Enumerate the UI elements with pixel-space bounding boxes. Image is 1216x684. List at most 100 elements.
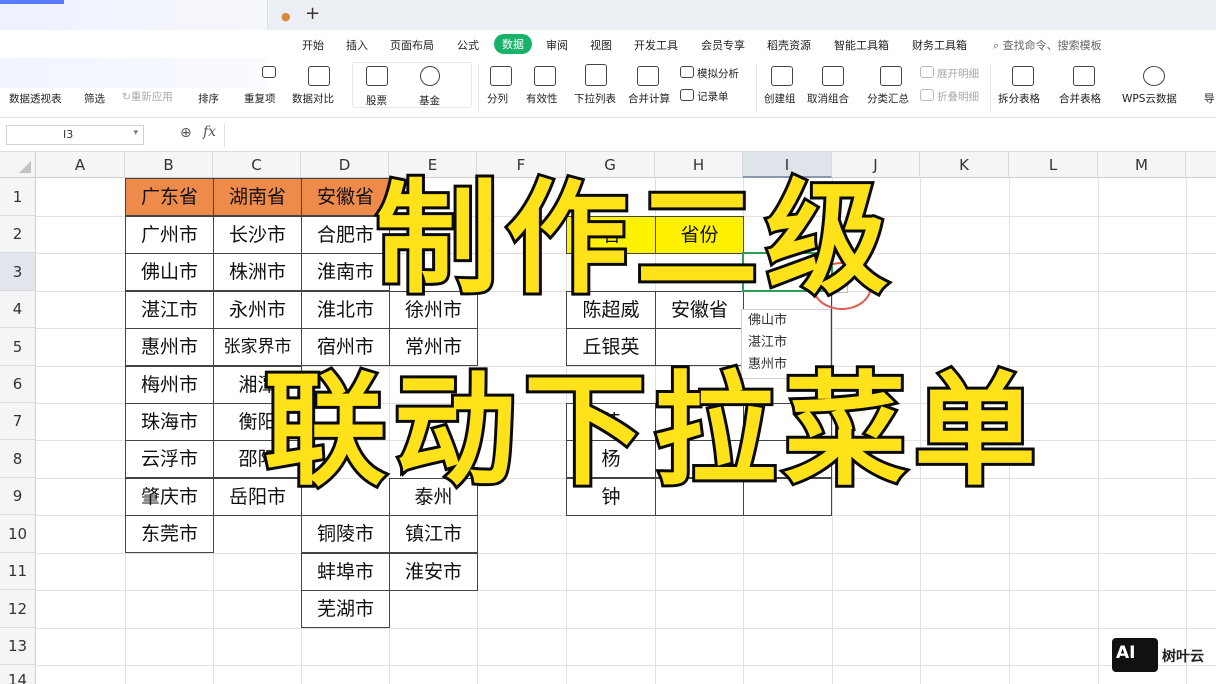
menu-view[interactable]: 视图 (590, 37, 612, 53)
cell-b8[interactable]: 云浮市 (125, 440, 214, 478)
merge-table-button[interactable]: 合并表格 (1059, 91, 1101, 106)
sort-button[interactable]: 排序 (198, 91, 219, 106)
consolidate-button[interactable]: 合并计算 (628, 91, 670, 106)
cell-b2[interactable]: 广州市 (125, 216, 214, 254)
cell-c3[interactable]: 株洲市 (213, 253, 302, 291)
more-tools-button[interactable]: 导 (1204, 91, 1215, 106)
menu-home[interactable]: 开始 (302, 37, 324, 53)
gridline (36, 628, 1216, 629)
row-header-3[interactable]: 3 (0, 253, 36, 291)
formula-input[interactable] (224, 123, 1214, 147)
cell-b3[interactable]: 佛山市 (125, 253, 214, 291)
cell-reference: I3 (63, 128, 74, 141)
menu-member[interactable]: 会员专享 (701, 37, 745, 53)
column-header-c[interactable]: C (213, 152, 301, 178)
validity-button[interactable]: 有效性 (526, 91, 558, 106)
row-header-2[interactable]: 2 (0, 216, 36, 253)
column-header-a[interactable]: A (36, 152, 125, 178)
document-tab[interactable] (0, 0, 268, 30)
split-column-button[interactable]: 分列 (487, 91, 508, 106)
chevron-down-icon[interactable]: ▾ (133, 128, 138, 138)
cell-b10[interactable]: 东莞市 (125, 515, 214, 553)
merge-table-icon (1073, 66, 1095, 86)
create-group-button[interactable]: 创建组 (764, 91, 796, 106)
record-form-button[interactable]: 记录单 (697, 89, 729, 104)
column-header-k[interactable]: K (920, 152, 1009, 178)
menu-insert[interactable]: 插入 (346, 37, 368, 53)
dropdown-option[interactable]: 湛江市 (742, 332, 830, 354)
row-header-4[interactable]: 4 (0, 291, 36, 328)
command-search[interactable]: ⌕ 查找命令、搜索模板 (993, 37, 1102, 53)
row-header-13[interactable]: 13 (0, 628, 36, 665)
consolidate-icon (637, 66, 659, 86)
title-tab-strip: ● + (0, 0, 1216, 30)
select-all-corner[interactable] (0, 152, 36, 178)
filter-button[interactable]: 筛选 (84, 91, 105, 106)
simulate-button[interactable]: 模拟分析 (697, 66, 739, 81)
menu-formulas[interactable]: 公式 (457, 37, 479, 53)
menu-developer[interactable]: 开发工具 (634, 37, 678, 53)
cell-d10[interactable]: 铜陵市 (301, 515, 390, 553)
row-header-14[interactable]: 14 (0, 665, 36, 684)
menu-review[interactable]: 审阅 (546, 37, 568, 53)
cell-b6[interactable]: 梅州市 (125, 366, 214, 404)
row-header-5[interactable]: 5 (0, 328, 36, 366)
row-header-7[interactable]: 7 (0, 403, 36, 440)
column-header-b[interactable]: B (125, 152, 213, 178)
row-header-9[interactable]: 9 (0, 478, 36, 515)
cell-b9[interactable]: 肇庆市 (125, 478, 214, 516)
collapse-detail-icon (920, 89, 934, 101)
cell-e11[interactable]: 淮安市 (389, 553, 478, 591)
cell-b7[interactable]: 珠海市 (125, 403, 214, 441)
row-header-12[interactable]: 12 (0, 590, 36, 628)
cell-c4[interactable]: 永州市 (213, 291, 302, 329)
row-header-11[interactable]: 11 (0, 553, 36, 590)
cell-c1[interactable]: 湖南省 (213, 178, 302, 216)
split-table-button[interactable]: 拆分表格 (998, 91, 1040, 106)
formula-bar: I3 ▾ ⊕ fx (0, 118, 1216, 152)
duplicates-button[interactable]: 重复项 (244, 91, 276, 106)
row-header-1[interactable]: 1 (0, 178, 36, 216)
data-compare-button[interactable]: 数据对比 (292, 91, 334, 106)
wps-cloud-button[interactable]: WPS云数据 (1122, 91, 1177, 106)
cell-d12[interactable]: 芜湖市 (301, 590, 390, 628)
name-box[interactable]: I3 ▾ (6, 125, 144, 145)
column-header-n[interactable] (1186, 152, 1216, 178)
watermark-logo: AI (1112, 638, 1158, 672)
cell-c2[interactable]: 长沙市 (213, 216, 302, 254)
pivot-table-button[interactable]: 数据透视表 (9, 91, 62, 106)
dropdown-option[interactable]: 佛山市 (742, 310, 830, 332)
column-header-l[interactable]: L (1009, 152, 1098, 178)
menu-smart-toolbox[interactable]: 智能工具箱 (834, 37, 889, 53)
stock-button[interactable]: 股票 (366, 93, 387, 108)
menu-docer[interactable]: 稻壳资源 (767, 37, 811, 53)
ribbon-toolbar: 数据透视表 筛选 ↻重新应用 排序 重复项 数据对比 股票 基金 分列 有效性 … (0, 58, 1216, 118)
dropdown-list-button[interactable]: 下拉列表 (574, 91, 616, 106)
subtotal-icon (880, 66, 902, 86)
fx-icon[interactable]: fx (203, 124, 216, 140)
new-tab-plus-icon[interactable]: + (305, 3, 320, 24)
cell-b4[interactable]: 湛江市 (125, 291, 214, 329)
reapply-label: 重新应用 (130, 91, 173, 103)
ribbon-menu-bar: 开始 插入 页面布局 公式 数据 审阅 视图 开发工具 会员专享 稻壳资源 智能… (0, 30, 1216, 58)
column-header-m[interactable]: M (1098, 152, 1186, 178)
cell-b5[interactable]: 惠州市 (125, 328, 214, 366)
collapse-detail-button[interactable]: 折叠明细 (937, 89, 979, 104)
fund-button[interactable]: 基金 (419, 93, 440, 108)
simulate-icon (680, 66, 694, 78)
cell-b1[interactable]: 广东省 (125, 178, 214, 216)
zoom-search-icon[interactable]: ⊕ (180, 125, 192, 141)
subtotal-button[interactable]: 分类汇总 (867, 91, 909, 106)
row-header-8[interactable]: 8 (0, 440, 36, 478)
row-header-10[interactable]: 10 (0, 515, 36, 553)
cell-e10[interactable]: 镇江市 (389, 515, 478, 553)
cell-d11[interactable]: 蚌埠市 (301, 553, 390, 591)
reapply-button[interactable]: ↻重新应用 (122, 89, 173, 104)
menu-data[interactable]: 数据 (494, 34, 532, 54)
ungroup-button[interactable]: 取消组合 (807, 91, 849, 106)
menu-finance-toolbox[interactable]: 财务工具箱 (912, 37, 967, 53)
row-header-6[interactable]: 6 (0, 366, 36, 403)
overlay-title-line1: 制作二级 (373, 168, 896, 310)
expand-detail-button[interactable]: 展开明细 (937, 66, 979, 81)
menu-page-layout[interactable]: 页面布局 (390, 37, 434, 53)
